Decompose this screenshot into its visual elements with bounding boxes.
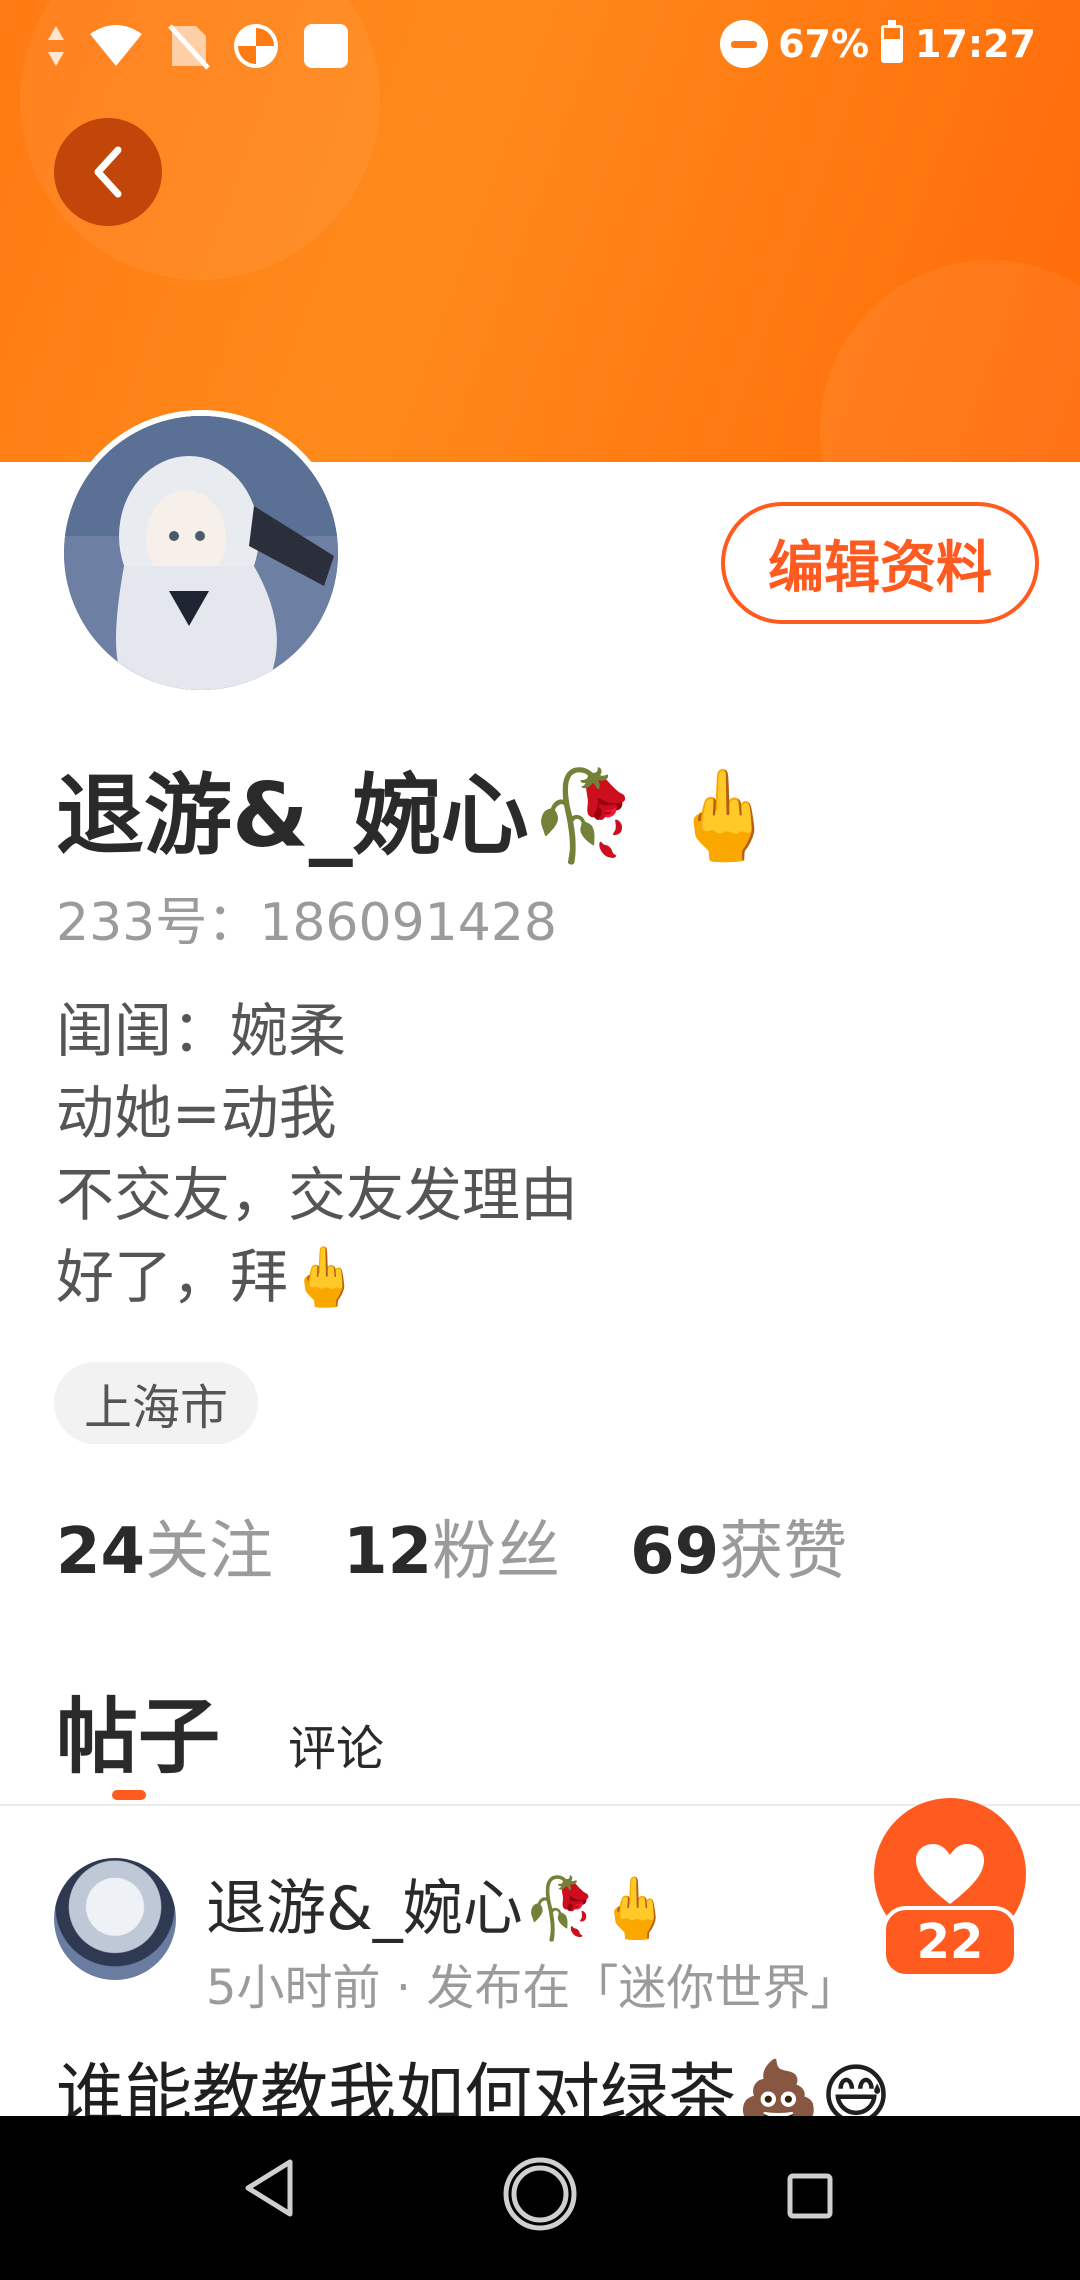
content-tabs: 帖子 评论 [56, 1670, 384, 1789]
nav-back-icon[interactable] [240, 2156, 296, 2220]
data-arrows-icon [48, 26, 64, 66]
tab-posts[interactable]: 帖子 [56, 1670, 220, 1789]
active-tab-indicator [112, 1790, 146, 1800]
banner-decoration [820, 260, 1080, 462]
profile-bio: 闺闺：婉柔 动她=动我 不交友，交友发理由 好了，拜🖕 [56, 990, 578, 1318]
following-label: 关注 [145, 1515, 274, 1589]
avatar-illustration [64, 416, 338, 690]
back-button[interactable] [54, 118, 162, 226]
location-chip: 上海市 [54, 1362, 259, 1444]
profile-username: 退游&_婉心🥀 🖕 [56, 764, 779, 867]
status-icons-left [46, 22, 350, 70]
following-count: 24 [56, 1515, 146, 1589]
bio-line: 不交友，交友发理由 [56, 1161, 579, 1229]
profile-id: 233号：186091428 [56, 893, 558, 953]
battery-charging-icon [881, 20, 904, 63]
no-sim-icon [168, 24, 210, 70]
system-nav-bar [0, 2116, 1080, 2280]
notification-square-icon [304, 24, 348, 68]
profile-avatar[interactable] [58, 410, 344, 696]
likes-stat: 69获赞 [630, 1500, 847, 1592]
nav-home-icon[interactable] [500, 2154, 580, 2234]
following-stat[interactable]: 24关注 [56, 1500, 273, 1592]
do-not-disturb-icon [720, 20, 769, 68]
fans-label: 粉丝 [432, 1515, 561, 1589]
app-notification-icon [234, 24, 278, 68]
wifi-icon [90, 25, 142, 66]
profile-stats: 24关注 12粉丝 69获赞 [56, 1500, 847, 1592]
battery-percent: 67% [778, 22, 870, 66]
post-author-avatar[interactable] [54, 1858, 176, 1980]
status-bar: 67% 17:27 [0, 0, 1080, 100]
post-meta: 5小时前 · 发布在「迷你世界」 [206, 1960, 859, 2016]
nav-recents-icon[interactable] [786, 2172, 834, 2220]
bio-line: 好了，拜🖕 [56, 1243, 361, 1311]
edit-profile-button[interactable]: 编辑资料 [721, 502, 1039, 624]
post-author-name[interactable]: 退游&_婉心🥀🖕 [206, 1860, 672, 1947]
clock: 17:27 [915, 22, 1036, 66]
likes-count: 69 [630, 1515, 720, 1589]
heart-icon [916, 1844, 984, 1904]
like-count-badge: 22 [882, 1906, 1018, 1978]
bio-line: 动她=动我 [56, 1079, 337, 1147]
likes-label: 获赞 [719, 1515, 848, 1589]
chevron-left-icon [94, 146, 122, 198]
bio-line: 闺闺：婉柔 [56, 997, 347, 1065]
status-icons-right: 67% 17:27 [720, 20, 1036, 68]
tab-comments[interactable]: 评论 [288, 1709, 384, 1779]
fans-stat[interactable]: 12粉丝 [343, 1500, 560, 1592]
fans-count: 12 [343, 1515, 433, 1589]
